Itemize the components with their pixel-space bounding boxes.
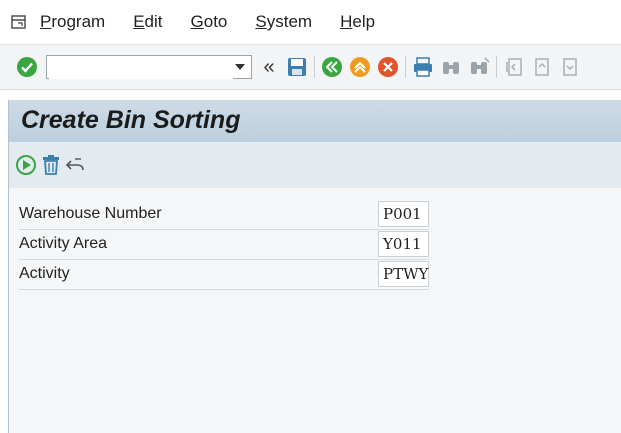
- enter-check-icon[interactable]: [16, 56, 38, 78]
- undo-icon[interactable]: [65, 154, 87, 176]
- field-row-warehouse-number: Warehouse Number P001: [19, 200, 429, 230]
- print-icon[interactable]: [412, 56, 434, 78]
- save-icon[interactable]: [286, 56, 308, 78]
- page-title: Create Bin Sorting: [21, 106, 241, 134]
- next-page-icon[interactable]: [559, 56, 581, 78]
- activity-area-field[interactable]: Y011: [378, 231, 429, 257]
- toolbar-separator: [314, 56, 315, 78]
- exit-icon[interactable]: [349, 56, 371, 78]
- field-label: Activity: [19, 265, 70, 282]
- menu-edit[interactable]: Edit: [133, 12, 162, 32]
- delete-icon[interactable]: [40, 154, 62, 176]
- menu-help[interactable]: Help: [340, 12, 375, 32]
- field-row-activity: Activity PTWY: [19, 260, 429, 290]
- standard-toolbar: «: [0, 44, 621, 90]
- find-icon[interactable]: [440, 56, 462, 78]
- command-field[interactable]: [46, 55, 252, 79]
- collapse-icon[interactable]: «: [258, 56, 280, 78]
- back-icon[interactable]: [321, 56, 343, 78]
- first-page-icon[interactable]: [503, 56, 525, 78]
- toolbar-separator: [405, 56, 406, 78]
- menu-window-icon[interactable]: [10, 13, 28, 31]
- execute-icon[interactable]: [15, 154, 37, 176]
- activity-field[interactable]: PTWY: [378, 261, 429, 287]
- field-label: Warehouse Number: [19, 205, 162, 222]
- warehouse-number-field[interactable]: P001: [378, 201, 429, 227]
- menu-program[interactable]: Program: [40, 12, 105, 32]
- screen-title-bar: Create Bin Sorting: [8, 100, 621, 142]
- find-next-icon[interactable]: [468, 56, 490, 78]
- selection-screen: Warehouse Number P001 Activity Area Y011…: [8, 188, 621, 433]
- field-row-activity-area: Activity Area Y011: [19, 230, 429, 260]
- application-toolbar: [8, 142, 621, 188]
- cancel-icon[interactable]: [377, 56, 399, 78]
- command-dropdown-icon[interactable]: [235, 64, 245, 70]
- menu-bar: Program Edit Goto System Help: [0, 0, 621, 44]
- field-label: Activity Area: [19, 235, 108, 252]
- previous-page-icon[interactable]: [531, 56, 553, 78]
- command-input[interactable]: [49, 57, 233, 79]
- toolbar-separator: [496, 56, 497, 78]
- menu-system[interactable]: System: [255, 12, 312, 32]
- menu-goto[interactable]: Goto: [191, 12, 228, 32]
